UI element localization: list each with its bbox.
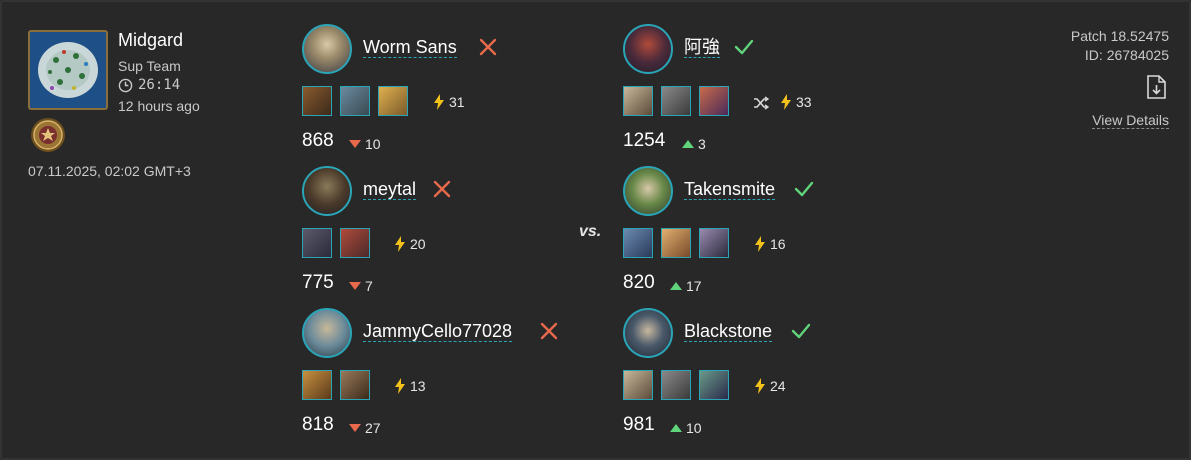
god-icon[interactable] (302, 86, 332, 116)
player-avatar[interactable] (302, 308, 352, 358)
god-icon[interactable] (623, 86, 653, 116)
match-date: 07.11.2025, 02:02 GMT+3 (28, 163, 191, 179)
win-check-icon (791, 323, 811, 339)
loss-x-icon (540, 322, 558, 340)
player-elo: 818 (302, 414, 334, 435)
apm: 20 (394, 236, 426, 252)
god-icon[interactable] (699, 228, 729, 258)
elo-change: 3 (682, 136, 706, 152)
apm-value: 16 (770, 236, 786, 252)
player-name[interactable]: Worm Sans (363, 37, 457, 58)
god-icon[interactable] (661, 370, 691, 400)
player-elo: 981 (623, 414, 655, 435)
player-elo: 820 (623, 272, 655, 293)
player-elo: 868 (302, 130, 334, 151)
god-icon[interactable] (699, 370, 729, 400)
elo-change-value: 10 (365, 136, 381, 152)
god-icon[interactable] (340, 228, 370, 258)
game-mode: Sup Team (118, 58, 181, 74)
elo-change: 27 (349, 420, 381, 436)
god-icon[interactable] (661, 228, 691, 258)
rank-medal-icon (31, 118, 65, 152)
loss-x-icon (479, 38, 497, 56)
apm: 31 (433, 94, 465, 110)
up-arrow-icon (670, 282, 682, 290)
lightning-bolt-icon (395, 378, 405, 394)
player-avatar[interactable] (623, 166, 673, 216)
down-arrow-icon (349, 282, 361, 290)
versus-label: vs. (579, 223, 602, 240)
loss-x-icon (433, 180, 451, 198)
apm: 33 (780, 94, 812, 110)
god-icon[interactable] (378, 86, 408, 116)
elo-change: 7 (349, 278, 373, 294)
apm-value: 13 (410, 378, 426, 394)
elo-change-value: 3 (698, 136, 706, 152)
god-icon[interactable] (340, 370, 370, 400)
view-details-link[interactable]: View Details (1092, 112, 1169, 129)
player-avatar[interactable] (623, 308, 673, 358)
apm: 16 (754, 236, 786, 252)
player-avatar[interactable] (623, 24, 673, 74)
god-list (302, 228, 370, 260)
player-name[interactable]: meytal (363, 179, 417, 200)
duration-value: 26:14 (138, 77, 181, 93)
map-name: Midgard (118, 30, 184, 50)
apm-value: 24 (770, 378, 786, 394)
elo-change: 10 (670, 420, 702, 436)
win-check-icon (734, 39, 754, 55)
elo-change-value: 17 (686, 278, 702, 294)
download-replay-icon[interactable] (1145, 75, 1167, 99)
match-card[interactable]: Midgard Sup Team 26:14 12 hours ago 07.1… (0, 0, 1191, 460)
player-name[interactable]: JammyCello77028 (363, 321, 513, 342)
clock-icon (118, 78, 133, 92)
god-icon[interactable] (623, 370, 653, 400)
patch-version: Patch 18.52475 (1070, 28, 1169, 44)
apm-value: 20 (410, 236, 426, 252)
lightning-bolt-icon (434, 94, 444, 110)
map-thumbnail (28, 30, 108, 110)
god-icon[interactable] (699, 86, 729, 116)
elo-change-value: 10 (686, 420, 702, 436)
player-name[interactable]: Blackstone (684, 321, 773, 342)
god-icon[interactable] (302, 228, 332, 258)
player-elo: 1254 (623, 130, 666, 151)
player-name[interactable]: Takensmite (684, 179, 776, 200)
lightning-bolt-icon (395, 236, 405, 252)
duration: 26:14 (118, 77, 180, 93)
player-avatar[interactable] (302, 166, 352, 216)
down-arrow-icon (349, 140, 361, 148)
god-list (302, 86, 408, 118)
god-icon[interactable] (302, 370, 332, 400)
god-icon[interactable] (623, 228, 653, 258)
god-list (623, 86, 729, 118)
elo-change: 17 (670, 278, 702, 294)
down-arrow-icon (349, 424, 361, 432)
apm-value: 31 (449, 94, 465, 110)
player-avatar[interactable] (302, 24, 352, 74)
lightning-bolt-icon (755, 236, 765, 252)
lightning-bolt-icon (755, 378, 765, 394)
random-shuffle-icon (754, 96, 769, 110)
god-list (623, 370, 729, 402)
up-arrow-icon (682, 140, 694, 148)
apm: 24 (754, 378, 786, 394)
game-id: ID: 26784025 (1084, 47, 1169, 63)
elo-change-value: 27 (365, 420, 381, 436)
elo-change-value: 7 (365, 278, 373, 294)
win-check-icon (794, 181, 814, 197)
god-list (623, 228, 729, 260)
up-arrow-icon (670, 424, 682, 432)
elo-change: 10 (349, 136, 381, 152)
god-icon[interactable] (661, 86, 691, 116)
god-icon[interactable] (340, 86, 370, 116)
player-name[interactable]: 阿強 (684, 37, 720, 58)
time-ago: 12 hours ago (118, 98, 200, 114)
apm: 13 (394, 378, 426, 394)
player-elo: 775 (302, 272, 334, 293)
lightning-bolt-icon (781, 94, 791, 110)
god-list (302, 370, 370, 402)
apm-value: 33 (796, 94, 812, 110)
